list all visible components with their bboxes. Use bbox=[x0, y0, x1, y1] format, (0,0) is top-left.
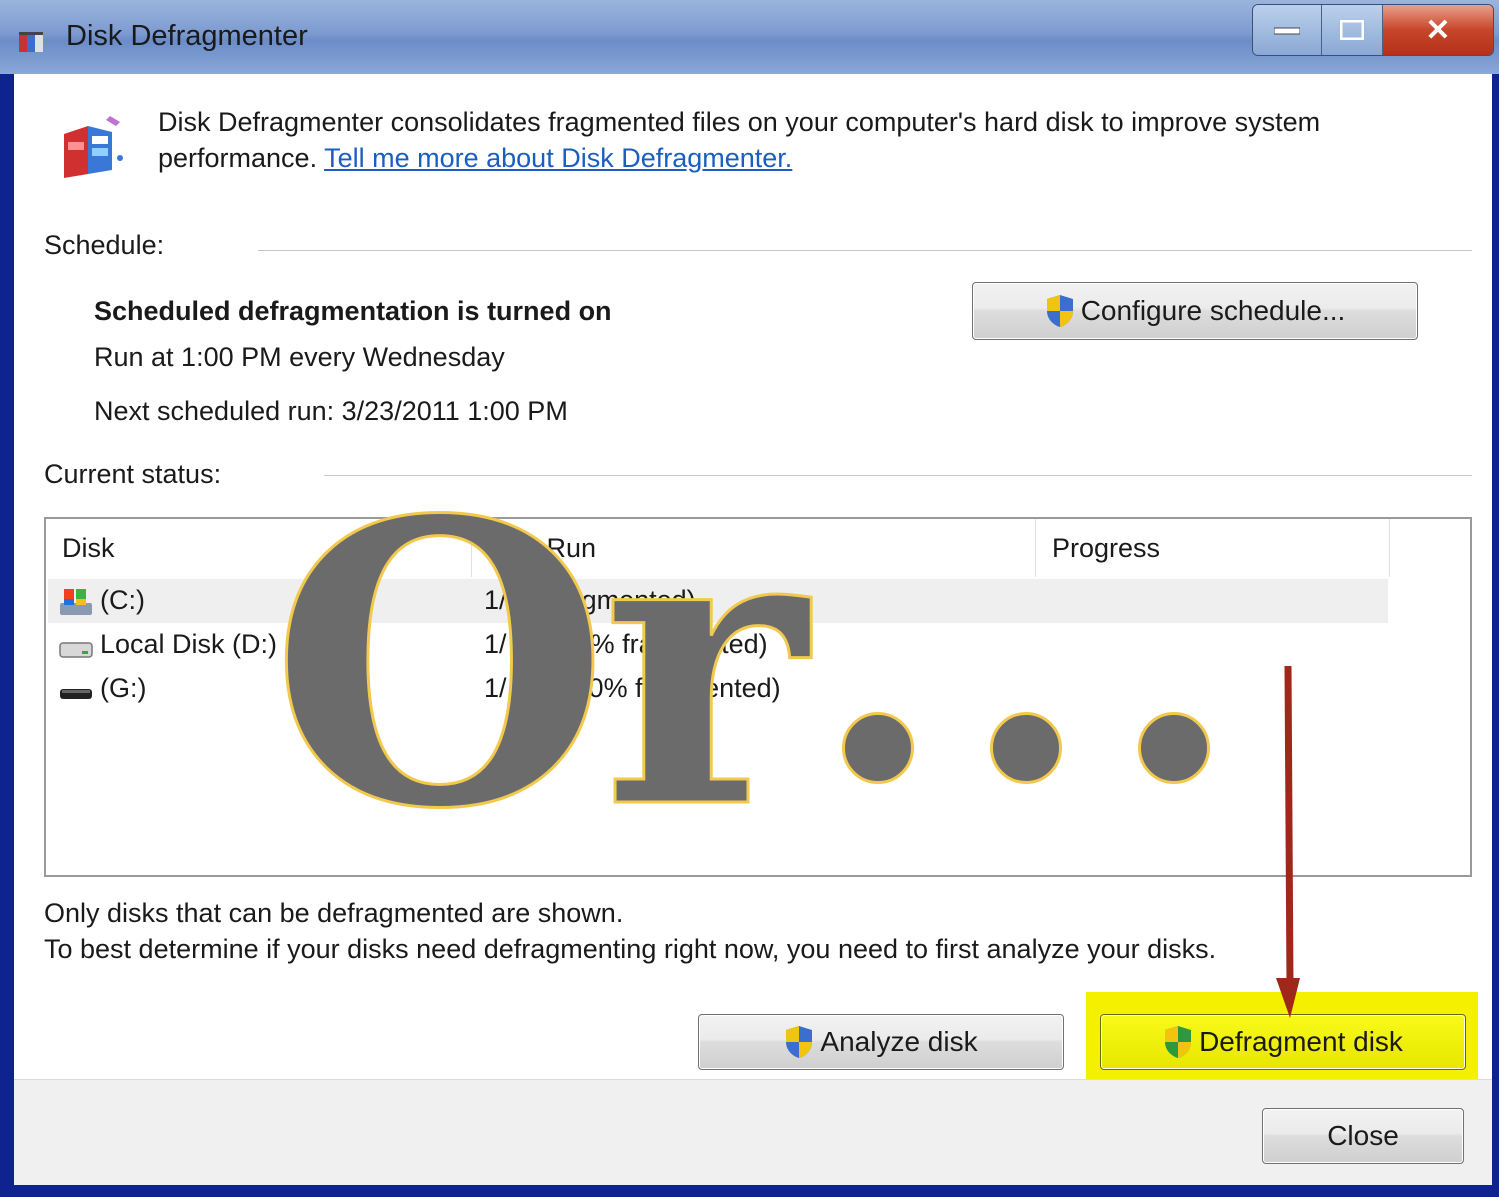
help-link[interactable]: Tell me more about Disk Defragmenter. bbox=[324, 143, 792, 173]
schedule-label: Schedule: bbox=[44, 230, 165, 260]
maximize-button[interactable] bbox=[1322, 5, 1383, 55]
maximize-icon bbox=[1340, 20, 1364, 40]
description: Disk Defragmenter consolidates fragmente… bbox=[158, 104, 1438, 176]
disk-name: Local Disk (D:) bbox=[100, 629, 278, 659]
close-button[interactable]: Close bbox=[1262, 1108, 1464, 1164]
system-drive-icon bbox=[60, 589, 92, 615]
analyze-disk-label: Analyze disk bbox=[820, 1026, 978, 1057]
analyze-disk-button[interactable]: Analyze disk bbox=[698, 1014, 1064, 1070]
info-line-1: Only disks that can be defragmented are … bbox=[44, 898, 624, 928]
minimize-button[interactable] bbox=[1253, 5, 1322, 55]
uac-shield-icon bbox=[1165, 1026, 1192, 1058]
red-arrow-annotation bbox=[1276, 666, 1300, 1018]
defrag-app-icon bbox=[19, 32, 43, 52]
schedule-run-at: Run at 1:00 PM every Wednesday bbox=[94, 342, 505, 372]
next-scheduled-run: Next scheduled run: 3/23/2011 1:00 PM bbox=[94, 396, 568, 426]
info-line-2: To best determine if your disks need def… bbox=[44, 934, 1217, 964]
ellipsis-dot bbox=[842, 712, 914, 784]
ellipsis-dot bbox=[990, 712, 1062, 784]
configure-schedule-button[interactable]: Configure schedule... bbox=[972, 282, 1418, 340]
defragmenter-icon bbox=[64, 116, 123, 178]
ellipsis-dot bbox=[1138, 712, 1210, 784]
close-icon: ✕ bbox=[1425, 13, 1451, 47]
column-header-progress[interactable]: Progress bbox=[1036, 519, 1390, 577]
disk-defragmenter-window: Disk Defragmenter ✕ Disk Defragmenter co… bbox=[0, 0, 1499, 1197]
disk-name: (G:) bbox=[100, 673, 147, 703]
dialog-footer: Close bbox=[14, 1079, 1492, 1185]
removable-drive-icon bbox=[60, 689, 92, 699]
uac-shield-icon bbox=[1046, 295, 1073, 327]
configure-schedule-label: Configure schedule... bbox=[1080, 295, 1346, 326]
current-status-label: Current status: bbox=[44, 459, 222, 489]
hard-drive-icon bbox=[59, 642, 93, 658]
caption-buttons: ✕ bbox=[1252, 4, 1494, 56]
close-window-button[interactable]: ✕ bbox=[1383, 5, 1493, 55]
close-button-label: Close bbox=[1327, 1120, 1399, 1151]
overlay-caption: Or bbox=[268, 436, 808, 894]
defragment-disk-label: Defragment disk bbox=[1199, 1026, 1403, 1057]
schedule-status: Scheduled defragmentation is turned on bbox=[94, 296, 612, 326]
schedule-divider bbox=[258, 250, 1472, 252]
title-bar[interactable]: Disk Defragmenter ✕ bbox=[0, 0, 1499, 74]
disk-name: (C:) bbox=[100, 585, 145, 615]
minimize-icon bbox=[1274, 27, 1300, 35]
window-title: Disk Defragmenter bbox=[66, 20, 308, 52]
uac-shield-icon bbox=[786, 1026, 813, 1058]
